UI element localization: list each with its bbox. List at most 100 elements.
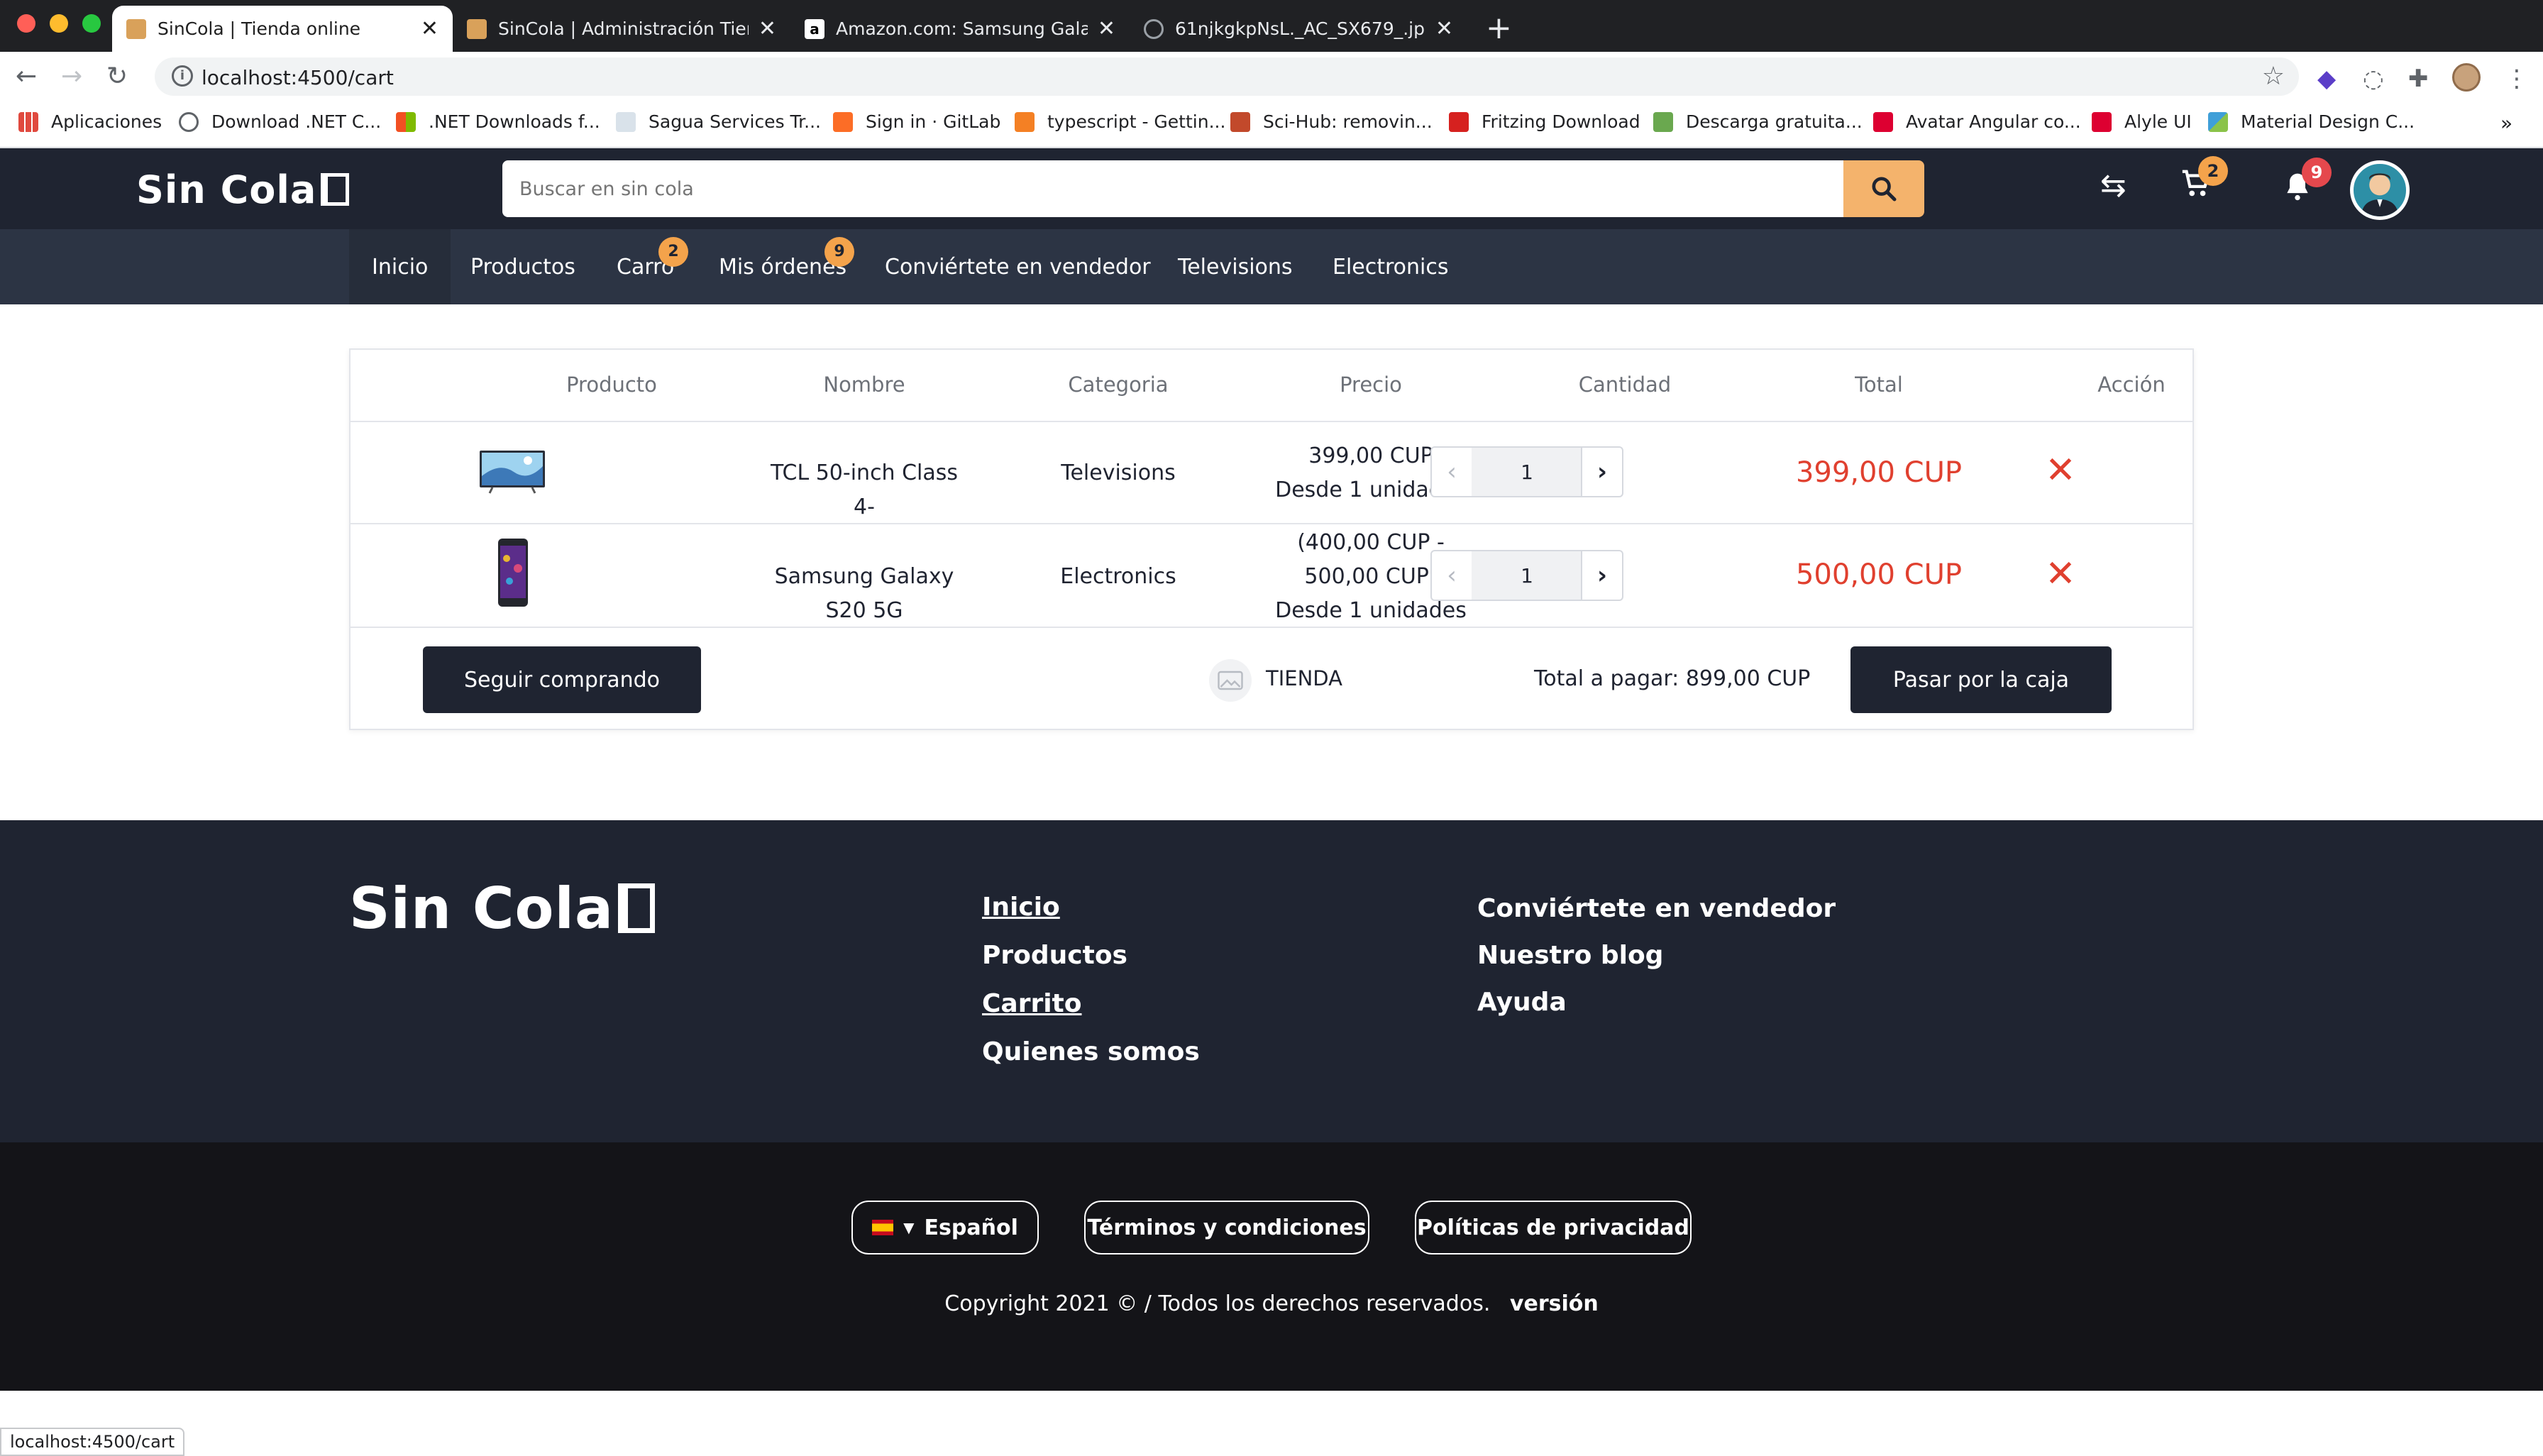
extension-clock-icon[interactable]: ◌ [2363,65,2384,93]
browser-tab-3[interactable]: a Amazon.com: Samsung Galaxy ✕ [790,6,1130,52]
forward-arrow-icon[interactable]: → [61,62,82,91]
footer-link-ayuda[interactable]: Ayuda [1477,988,1567,1017]
address-bar[interactable]: i localhost:4500/cart ☆ [155,57,2299,96]
minimize-window-button[interactable] [50,14,68,33]
product-name[interactable]: TCL 50-inch Class 4- [765,456,964,524]
more-bookmarks-icon[interactable]: » [2500,111,2512,135]
decrease-quantity-button[interactable]: ‹ [1430,446,1473,497]
nav-label: Electronics [1333,254,1449,280]
bookmark-label: typescript - Gettin... [1047,111,1226,132]
close-tab-icon[interactable]: ✕ [1435,16,1453,41]
checkout-button[interactable]: Pasar por la caja [1850,646,2112,713]
column-header-precio: Precio [1340,373,1402,397]
bookmark-item[interactable]: Download .NET C... [179,111,381,132]
bookmark-star-icon[interactable]: ☆ [2262,62,2285,91]
copyright-line: Copyright 2021 © / Todos los derechos re… [0,1291,2543,1316]
back-arrow-icon[interactable]: ← [16,62,37,91]
bookmark-item[interactable]: Descarga gratuita... [1653,111,1863,132]
status-bar-url: localhost:4500/cart [0,1428,185,1456]
new-tab-button[interactable]: + [1486,10,1512,46]
bookmark-item[interactable]: Alyle UI [2092,111,2192,132]
cart-table: Producto Nombre Categoria Precio Cantida… [349,348,2194,730]
continue-shopping-button[interactable]: Seguir comprando [423,646,701,713]
browser-tab-1[interactable]: SinCola | Tienda online ✕ [112,6,453,52]
footer-link-quienes-somos[interactable]: Quienes somos [982,1037,1200,1066]
store-name[interactable]: TIENDA [1266,666,1342,690]
browser-menu-icon[interactable]: ⋮ [2505,65,2529,93]
remove-item-icon[interactable]: ✕ [2032,449,2089,492]
extension-shield-icon[interactable]: ◆ [2317,65,2336,93]
compare-arrows-icon[interactable]: ⇆ [2100,167,2126,204]
maximize-window-button[interactable] [82,14,101,33]
tab-title: SinCola | Administración Tienda [498,18,749,39]
bookmark-item[interactable]: Sci-Hub: removin... [1230,111,1433,132]
quantity-input[interactable] [1472,550,1582,601]
angular-icon [2092,111,2112,132]
phone-image [498,539,528,607]
browser-tab-4[interactable]: 61njkgkpNsL._AC_SX679_.jpg ✕ [1130,6,1467,52]
bookmark-item[interactable]: Aplicaciones [18,111,162,132]
footer-logo[interactable]: Sin Cola [349,873,655,944]
fritzing-icon [1449,111,1469,132]
browser-tab-bar: SinCola | Tienda online ✕ SinCola | Admi… [0,0,2543,52]
tv-image [480,451,545,494]
nav-item-productos[interactable]: Productos [448,229,598,304]
increase-quantity-button[interactable]: › [1581,550,1623,601]
nav-item-inicio[interactable]: Inicio [349,229,451,304]
bookmark-item[interactable]: Avatar Angular co... [1873,111,2081,132]
copyright-text: Copyright 2021 © / Todos los derechos re… [944,1291,1491,1316]
footer-link-productos[interactable]: Productos [982,941,1127,970]
quantity-input[interactable] [1472,446,1582,497]
extensions-puzzle-icon[interactable]: ✚ [2408,65,2429,93]
footer-link-carrito[interactable]: Carrito [982,989,1082,1018]
close-tab-icon[interactable]: ✕ [1098,16,1115,41]
bookmark-item[interactable]: Material Design C... [2208,111,2415,132]
bookmark-item[interactable]: Sign in · GitLab [833,111,1000,132]
search-button[interactable] [1843,160,1924,217]
product-name[interactable]: Samsung Galaxy S20 5G [765,560,964,628]
divider [351,523,2192,524]
store-icon [1209,659,1252,702]
close-tab-icon[interactable]: ✕ [421,16,438,41]
language-selector[interactable]: ▼ Español [851,1201,1039,1254]
site-logo[interactable]: Sin Cola [136,165,350,214]
column-header-total: Total [1855,373,1903,397]
bookmark-item[interactable]: .NET Downloads f... [396,111,600,132]
site-info-icon[interactable]: i [172,65,193,87]
quantity-stepper: ‹ › [1430,446,1623,497]
bookmark-item[interactable]: Fritzing Download [1449,111,1640,132]
user-avatar[interactable] [2350,160,2410,220]
bookmark-item[interactable]: typescript - Gettin... [1015,111,1225,132]
bookmark-label: Sagua Services Tr... [649,111,821,132]
close-window-button[interactable] [17,14,35,33]
row-total: 399,00 CUP [1795,456,1962,489]
bookmark-label: .NET Downloads f... [429,111,600,132]
terms-link[interactable]: Términos y condiciones [1084,1201,1369,1254]
profile-avatar[interactable] [2452,63,2481,92]
browser-tab-2[interactable]: SinCola | Administración Tienda ✕ [453,6,790,52]
increase-quantity-button[interactable]: › [1581,446,1623,497]
footer-link-vendedor[interactable]: Conviértete en vendedor [1477,894,1836,923]
footer-link-inicio[interactable]: Inicio [982,893,1060,922]
close-tab-icon[interactable]: ✕ [759,16,776,41]
product-thumbnail-tv[interactable] [478,448,546,496]
bookmark-item[interactable]: Sagua Services Tr... [616,111,821,132]
amazon-favicon-icon: a [805,18,824,39]
reload-icon[interactable]: ↻ [106,62,128,91]
nav-item-electronics[interactable]: Electronics [1310,229,1472,304]
stackoverflow-icon [1015,111,1035,132]
product-thumbnail-phone[interactable] [497,537,529,608]
privacy-link[interactable]: Políticas de privacidad [1415,1201,1692,1254]
remove-item-icon[interactable]: ✕ [2032,553,2089,595]
decrease-quantity-button[interactable]: ‹ [1430,550,1473,601]
search-input[interactable] [502,160,1845,217]
nav-item-televisions[interactable]: Televisions [1155,229,1315,304]
globe-icon [179,111,199,132]
column-header-nombre: Nombre [823,373,905,397]
nav-item-vendedor[interactable]: Conviértete en vendedor [862,229,1174,304]
search-icon [1872,177,1897,202]
divider [351,421,2192,422]
footer-link-blog[interactable]: Nuestro blog [1477,941,1663,970]
bird-icon [616,111,636,132]
bookmark-label: Descarga gratuita... [1686,111,1863,132]
